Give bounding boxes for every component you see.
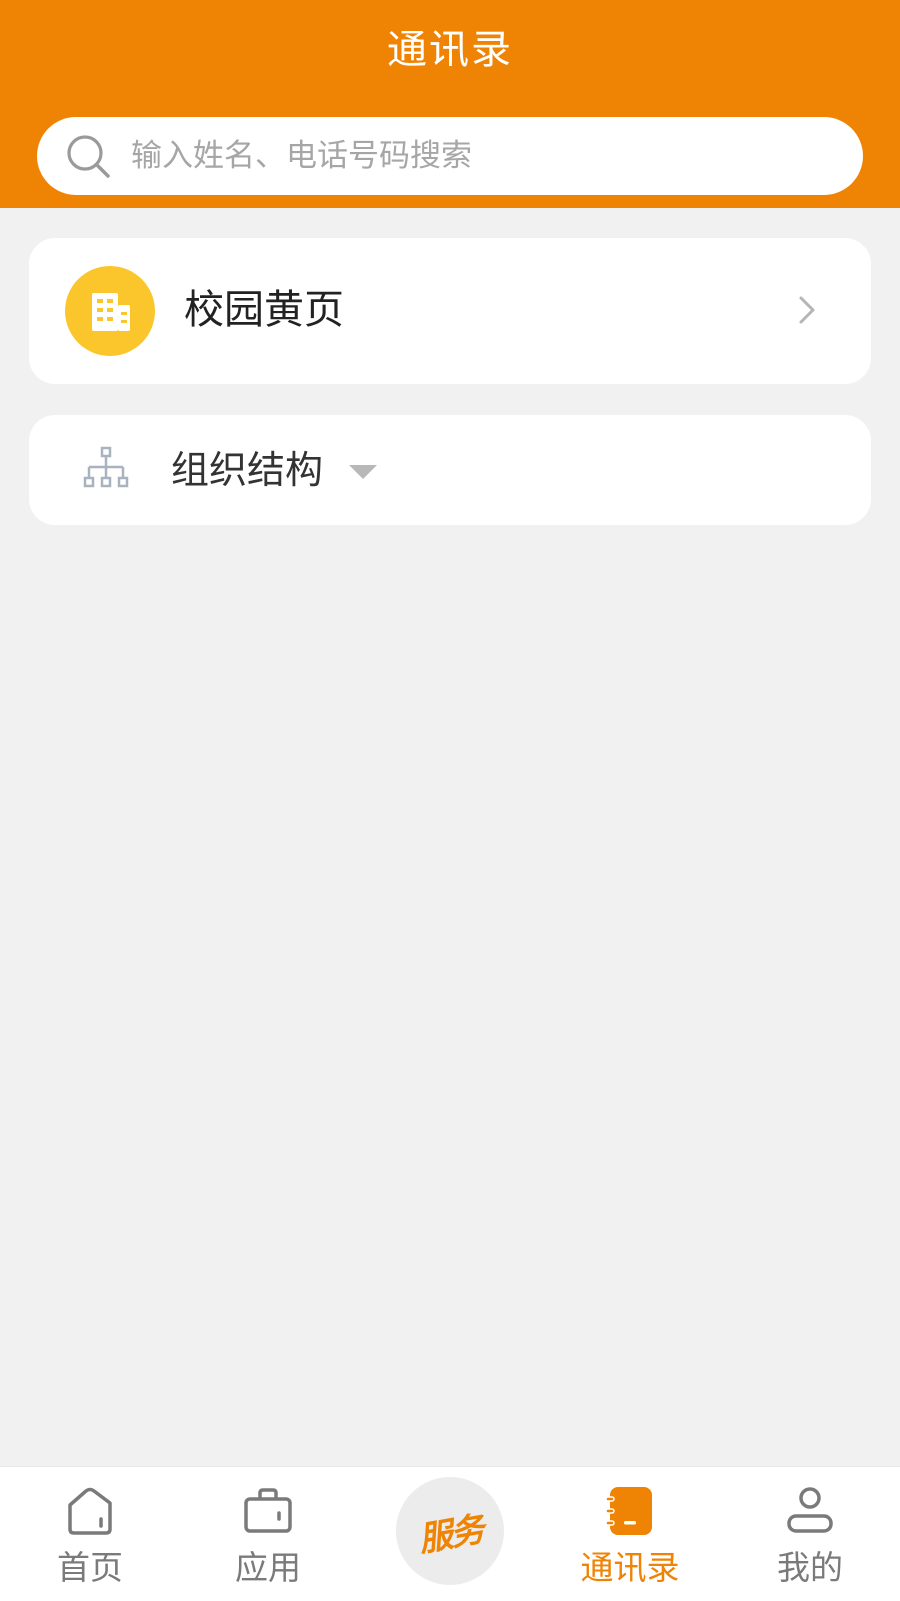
org-structure-label: 组织结构 xyxy=(171,448,324,492)
yellow-pages-entry[interactable]: 校园黄页 xyxy=(29,238,871,384)
tab-label: 首页 xyxy=(57,1548,123,1587)
org-chart-icon xyxy=(83,446,129,488)
org-structure-dropdown[interactable]: 组织结构 xyxy=(29,415,871,525)
chevron-right-icon xyxy=(799,296,815,324)
person-icon xyxy=(787,1487,833,1533)
tab-label: 应用 xyxy=(235,1548,301,1587)
service-label: 服务 xyxy=(415,1509,486,1560)
caret-down-icon xyxy=(349,465,377,479)
contacts-book-icon xyxy=(605,1487,652,1535)
tab-label: 我的 xyxy=(777,1548,843,1587)
header-bar: 通讯录 xyxy=(0,0,900,208)
page-title: 通讯录 xyxy=(387,27,513,73)
search-bar[interactable] xyxy=(37,117,863,195)
tab-contacts[interactable]: 通讯录 xyxy=(560,1467,700,1601)
tab-label: 通讯录 xyxy=(580,1548,680,1587)
building-icon xyxy=(65,266,155,356)
tab-profile[interactable]: 我的 xyxy=(740,1467,880,1601)
home-icon xyxy=(68,1487,112,1535)
yellow-pages-label: 校园黄页 xyxy=(184,287,344,333)
tab-apps[interactable]: 应用 xyxy=(198,1467,338,1601)
briefcase-icon xyxy=(244,1488,292,1533)
search-icon xyxy=(67,135,110,178)
service-button[interactable]: 服务 xyxy=(396,1477,504,1585)
search-input[interactable] xyxy=(131,138,811,174)
tab-home[interactable]: 首页 xyxy=(20,1467,160,1601)
bottom-tab-bar: 首页 应用 服务 通讯录 我的 xyxy=(0,1466,900,1601)
